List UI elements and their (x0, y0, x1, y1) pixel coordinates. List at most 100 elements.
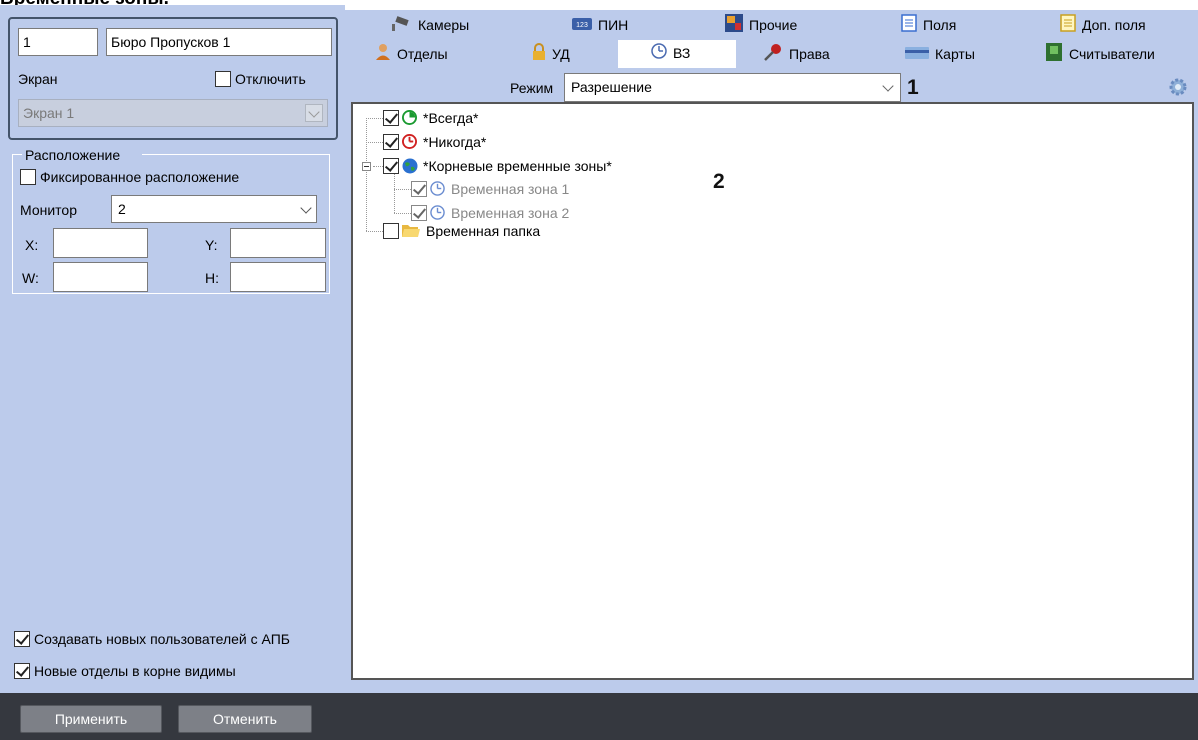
time-zone-tree: *Всегда* *Никогда* *Корневые временные з… (351, 102, 1194, 680)
tab-time-zones[interactable]: ВЗ (618, 40, 736, 68)
tab-label: Поля (923, 17, 957, 33)
chevron-down-icon (300, 202, 312, 214)
globe-icon (402, 158, 418, 174)
screen-select-value: Экран 1 (23, 105, 75, 121)
tree-node-label: Временная зона 1 (451, 181, 570, 197)
gear-icon[interactable] (1169, 78, 1187, 99)
tab-cards[interactable]: Карты (905, 42, 975, 66)
dropdown-button (305, 104, 323, 122)
red-clock-icon (402, 134, 417, 149)
tab-label: Камеры (418, 17, 470, 33)
x-label: X: (25, 237, 39, 253)
annotation-1: 1 (907, 76, 919, 99)
disable-checkbox[interactable] (215, 71, 231, 87)
x-input[interactable] (53, 228, 148, 258)
tree-node-zone-2[interactable]: Временная зона 2 (411, 203, 661, 223)
disable-label: Отключить (235, 71, 306, 87)
monitor-select[interactable]: 2 (111, 195, 317, 223)
key-icon (763, 43, 783, 68)
tree-checkbox[interactable] (383, 110, 399, 126)
id-name-group: 1 Бюро Пропусков 1 Экран Отключить Экран… (8, 17, 338, 140)
tree-node-label: Временная папка (426, 223, 541, 239)
fixed-location-label: Фиксированное расположение (40, 169, 240, 185)
tree-node-root-zones[interactable]: *Корневые временные зоны* (383, 156, 683, 176)
tab-fields[interactable]: Поля (901, 13, 956, 37)
screen-select[interactable]: Экран 1 (18, 99, 328, 127)
green-clock-icon (402, 110, 417, 125)
tab-departments[interactable]: Отделы (375, 42, 448, 66)
tab-bar: Камеры 123 ПИН Прочие Поля Доп. поля Отде… (345, 10, 1198, 68)
tab-rights[interactable]: Права (763, 42, 830, 66)
cancel-button[interactable]: Отменить (178, 705, 312, 733)
tab-label: Отделы (397, 46, 448, 62)
monitor-select-value: 2 (118, 201, 126, 217)
create-users-label: Создавать новых пользователей с АПБ (34, 631, 290, 647)
tab-label: Карты (935, 46, 975, 62)
group-border (142, 154, 330, 155)
camera-icon (390, 14, 412, 38)
tree-connector (373, 166, 383, 167)
tree-node-never[interactable]: *Никогда* (383, 132, 583, 152)
tab-readers[interactable]: Считыватели (1045, 42, 1155, 66)
extra-fields-icon (1060, 14, 1076, 39)
tree-node-always[interactable]: *Всегда* (383, 108, 583, 128)
y-label: Y: (205, 237, 218, 253)
minus-icon (364, 166, 369, 167)
id-input[interactable]: 1 (18, 28, 98, 56)
h-input[interactable] (230, 262, 326, 292)
chevron-down-icon (308, 106, 320, 118)
y-input[interactable] (230, 228, 326, 258)
blue-clock-icon (430, 205, 445, 220)
clock-icon (651, 41, 667, 67)
name-input[interactable]: Бюро Пропусков 1 (106, 28, 332, 56)
tree-node-label: *Всегда* (423, 110, 479, 126)
tab-label: УД (552, 46, 570, 62)
tree-node-zone-1[interactable]: Временная зона 1 (411, 179, 661, 199)
tree-checkbox[interactable] (411, 181, 427, 197)
fixed-location-checkbox[interactable] (20, 169, 36, 185)
tree-checkbox[interactable] (383, 223, 399, 239)
tree-node-temp-folder[interactable]: Временная папка (383, 221, 633, 241)
tab-label: Доп. поля (1082, 17, 1146, 33)
apply-button[interactable]: Применить (20, 705, 162, 733)
mode-label: Режим (510, 80, 554, 96)
tree-node-label: Временная зона 2 (451, 205, 570, 221)
mode-select[interactable]: Разрешение (564, 73, 901, 102)
create-users-checkbox[interactable] (14, 631, 30, 647)
tree-checkbox[interactable] (383, 158, 399, 174)
tab-access-levels[interactable]: УД (532, 42, 570, 66)
screen-label: Экран (18, 71, 58, 87)
tab-cameras[interactable]: Камеры (390, 13, 469, 37)
group-border (12, 154, 22, 155)
tree-connector (366, 231, 383, 232)
tree-connector (394, 174, 395, 213)
tree-connector (366, 142, 383, 143)
fields-icon (901, 14, 917, 39)
lock-icon (532, 42, 546, 68)
main-content: Режим Разрешение 1 *Всегда* *Никогда* *К… (345, 68, 1198, 693)
person-icon (375, 43, 391, 68)
annotation-2: 2 (713, 170, 725, 193)
h-label: H: (205, 270, 219, 286)
tree-connector (394, 189, 411, 190)
svg-text:123: 123 (576, 22, 588, 29)
pin-icon: 123 (572, 14, 592, 38)
tree-checkbox[interactable] (411, 205, 427, 221)
tab-label: ВЗ (673, 45, 691, 61)
tab-label: Права (789, 46, 830, 62)
tree-connector (366, 118, 367, 231)
w-label: W: (22, 270, 39, 286)
tree-node-label: *Корневые временные зоны* (423, 158, 612, 174)
mode-select-value: Разрешение (571, 79, 652, 95)
tab-extra-fields[interactable]: Доп. поля (1060, 13, 1146, 37)
tree-checkbox[interactable] (383, 134, 399, 150)
folder-icon (402, 223, 420, 238)
collapse-toggle[interactable] (362, 162, 371, 171)
tab-pin[interactable]: 123 ПИН (572, 13, 628, 37)
tree-connector (366, 118, 383, 119)
other-icon (725, 13, 743, 39)
w-input[interactable] (53, 262, 148, 292)
tab-other[interactable]: Прочие (725, 13, 797, 37)
new-depts-checkbox[interactable] (14, 663, 30, 679)
tab-label: Считыватели (1069, 46, 1155, 62)
